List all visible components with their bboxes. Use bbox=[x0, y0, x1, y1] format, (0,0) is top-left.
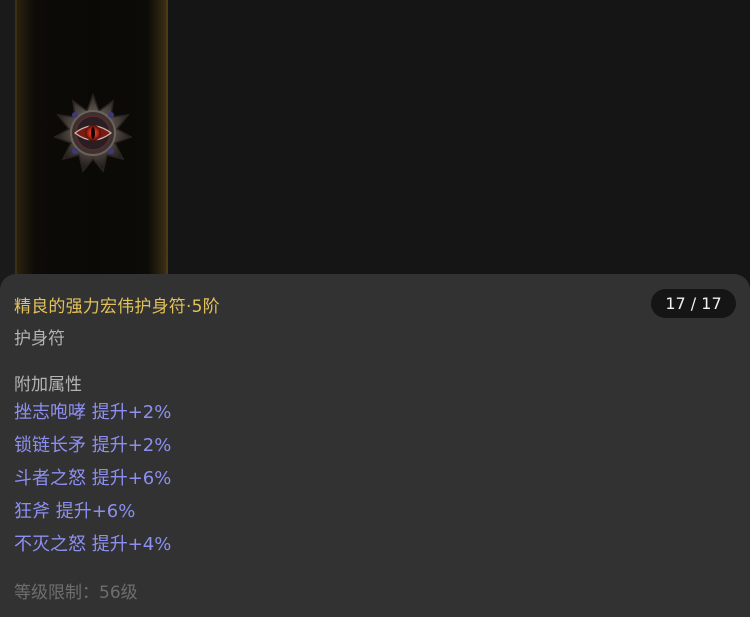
affix-line: 锁链长矛 提升+2% bbox=[14, 435, 172, 456]
item-counter-badge: 17 / 17 bbox=[651, 289, 736, 318]
amulet-eye-icon bbox=[53, 93, 133, 173]
level-requirement: 等级限制：56级 bbox=[14, 583, 138, 603]
item-preview-area bbox=[0, 0, 750, 290]
affix-list: 挫志咆哮 提升+2% 锁链长矛 提升+2% 斗者之怒 提升+6% 狂斧 提升+6… bbox=[14, 400, 171, 565]
item-slot-frame bbox=[15, 0, 168, 282]
item-tooltip-panel: 精良的强力宏伟护身符·5阶 17 / 17 护身符 附加属性 挫志咆哮 提升+2… bbox=[0, 274, 750, 617]
item-name: 精良的强力宏伟护身符·5阶 bbox=[14, 297, 220, 317]
affix-line: 狂斧 提升+6% bbox=[14, 501, 136, 522]
affix-line: 不灭之怒 提升+4% bbox=[14, 534, 172, 555]
item-type: 护身符 bbox=[14, 329, 65, 349]
affix-line: 挫志咆哮 提升+2% bbox=[14, 402, 172, 423]
affix-line: 斗者之怒 提升+6% bbox=[14, 468, 172, 489]
preview-left-edge bbox=[0, 0, 15, 290]
affix-section-title: 附加属性 bbox=[14, 375, 82, 395]
